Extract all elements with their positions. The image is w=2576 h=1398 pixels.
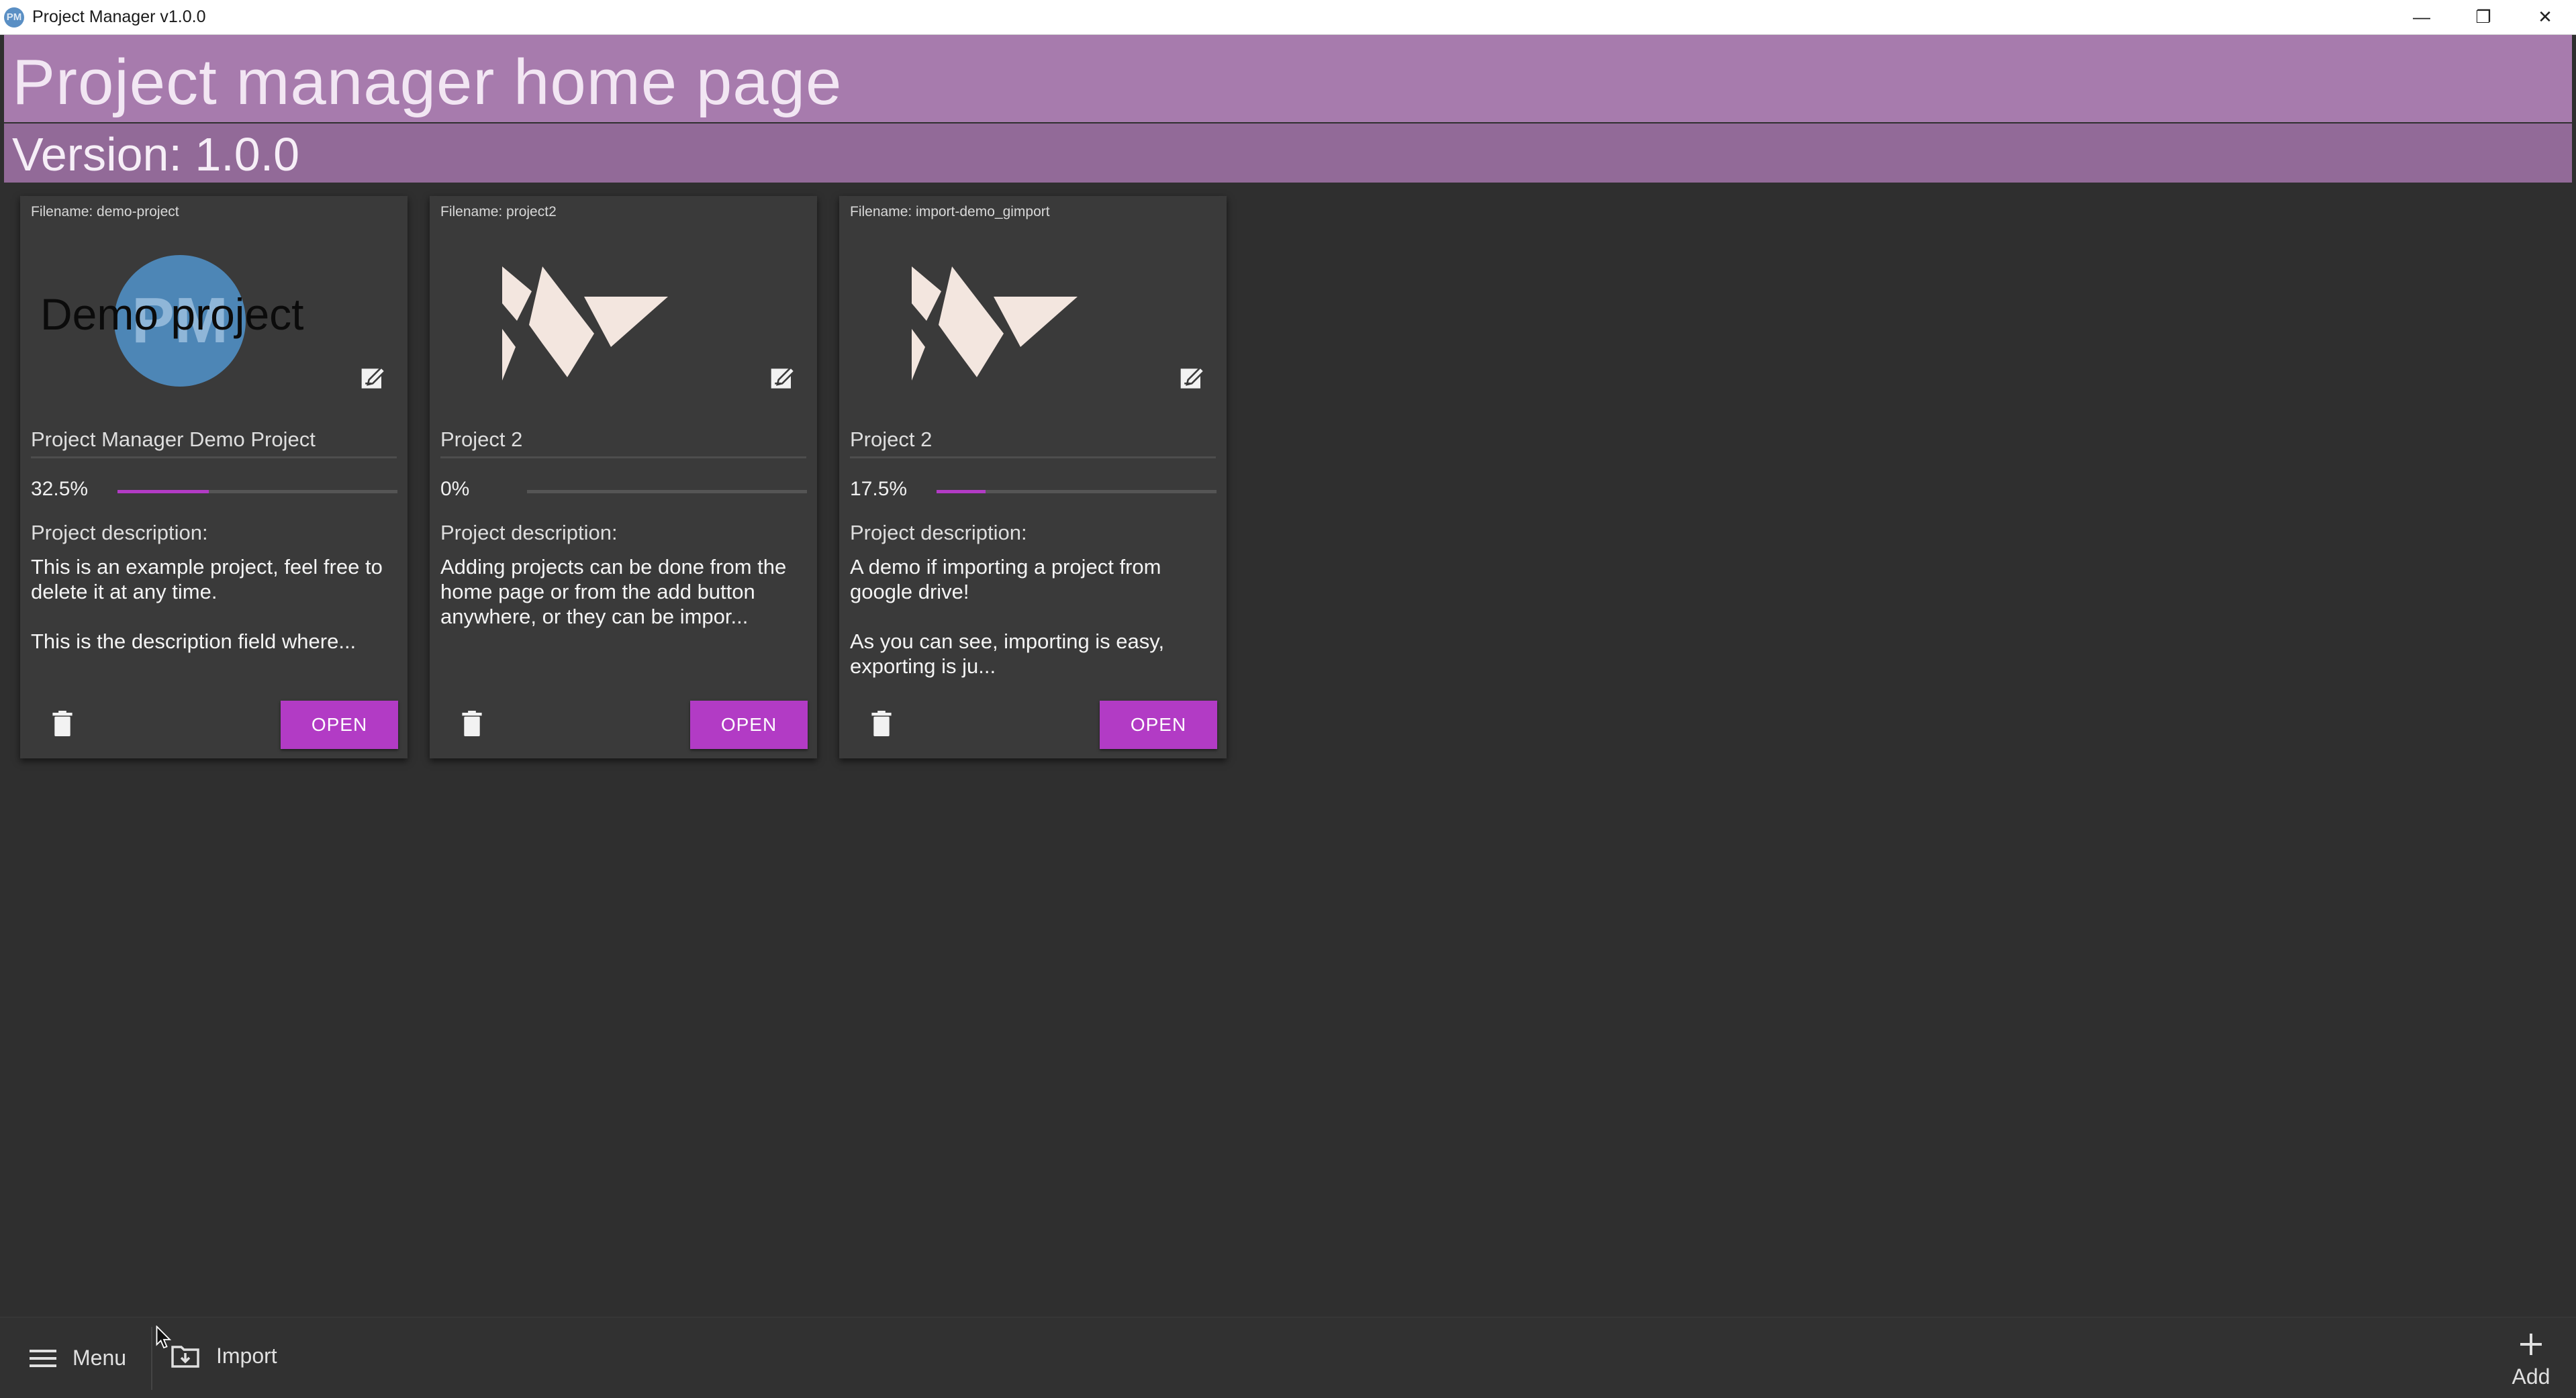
restore-button[interactable]: ❐	[2452, 0, 2514, 34]
bottom-app-bar: Menu Import Add	[0, 1317, 2576, 1398]
description-label: Project description:	[440, 521, 618, 544]
version-bar: Version: 1.0.0	[4, 123, 2572, 183]
progress-percent: 0%	[440, 478, 470, 500]
version-label: Version: 1.0.0	[12, 128, 300, 181]
title-underline	[850, 456, 1216, 458]
project-description: A demo if importing a project from googl…	[850, 555, 1165, 678]
minimize-button[interactable]: —	[2391, 0, 2452, 34]
title-underline	[440, 456, 806, 458]
project-description: Adding projects can be done from the hom…	[440, 555, 787, 628]
bottom-bar-divider	[151, 1327, 152, 1390]
window-title: Project Manager v1.0.0	[32, 7, 206, 26]
progress-bar	[527, 490, 807, 493]
progress-percent: 17.5%	[850, 478, 908, 500]
progress-bar	[937, 490, 1217, 493]
window-controls: — ❐ ✕	[2391, 0, 2576, 34]
kivy-logo	[502, 266, 668, 381]
add-label: Add	[2512, 1364, 2550, 1389]
title-underline	[31, 456, 397, 458]
import-label: Import	[216, 1343, 277, 1368]
menu-button[interactable]: Menu	[30, 1346, 126, 1370]
edit-icon[interactable]	[359, 364, 389, 393]
menu-label: Menu	[73, 1346, 127, 1370]
hamburger-icon	[30, 1349, 56, 1367]
import-button[interactable]: Import	[171, 1343, 277, 1368]
description-label: Project description:	[31, 521, 208, 544]
card-filename: Filename: demo-project	[31, 204, 179, 219]
trash-icon[interactable]	[462, 711, 482, 736]
progress-bar-fill	[117, 490, 209, 493]
folder-import-icon	[171, 1346, 199, 1368]
trash-icon[interactable]	[52, 711, 73, 736]
add-button[interactable]: Add	[2497, 1327, 2565, 1394]
project-title: Project 2	[850, 428, 933, 451]
app-icon-text: PM	[6, 11, 22, 23]
description-label: Project description:	[850, 521, 1027, 544]
progress-bar-fill	[937, 490, 986, 493]
close-button[interactable]: ✕	[2514, 0, 2576, 34]
project-card: Filename: import-demo_gimport Project 2 …	[839, 196, 1227, 758]
progress-bar	[117, 490, 397, 493]
window-titlebar: PM Project Manager v1.0.0 — ❐ ✕	[0, 0, 2576, 35]
card-filename: Filename: import-demo_gimport	[850, 204, 1050, 219]
card-filename: Filename: project2	[440, 204, 557, 219]
open-button[interactable]: OPEN	[281, 701, 398, 749]
page-header: Project manager home page	[4, 35, 2572, 122]
open-button[interactable]: OPEN	[690, 701, 808, 749]
project-card: Filename: project2 Project 2 0% Project …	[430, 196, 817, 758]
project-title: Project Manager Demo Project	[31, 428, 316, 451]
project-card: Filename: demo-project PM Demo project P…	[20, 196, 408, 758]
open-button[interactable]: OPEN	[1100, 701, 1217, 749]
project-title: Project 2	[440, 428, 523, 451]
kivy-logo	[912, 266, 1078, 381]
plus-icon	[2520, 1334, 2542, 1355]
mouse-cursor-icon	[156, 1326, 172, 1349]
app-icon: PM	[4, 7, 24, 28]
project-description: This is an example project, feel free to…	[31, 555, 383, 653]
edit-icon[interactable]	[1178, 364, 1208, 393]
trash-icon[interactable]	[871, 711, 892, 736]
progress-percent: 32.5%	[31, 478, 89, 500]
page-title: Project manager home page	[12, 46, 843, 118]
project-logo-text: Demo project	[40, 289, 304, 339]
edit-icon[interactable]	[769, 364, 798, 393]
